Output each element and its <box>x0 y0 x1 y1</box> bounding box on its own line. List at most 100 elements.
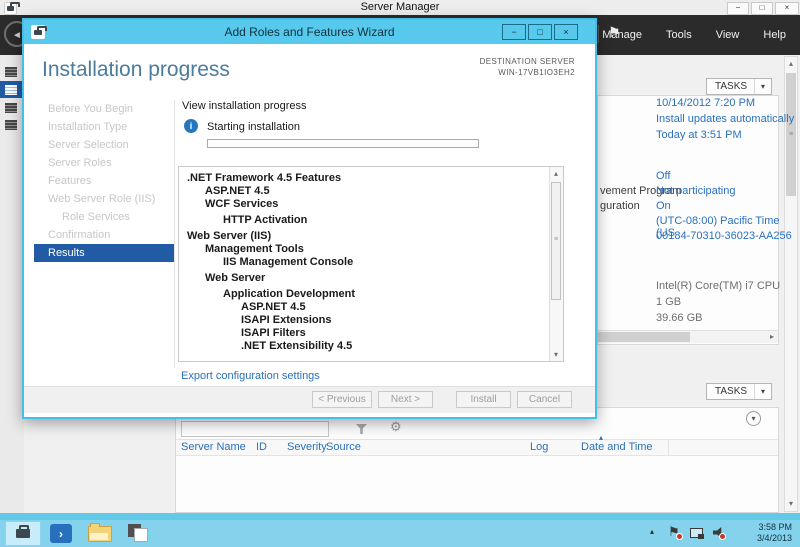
feature-item: ASP.NET 4.5 <box>241 301 306 313</box>
feature-item: .NET Extensibility 4.5 <box>241 340 353 352</box>
progress-bar <box>207 139 479 148</box>
tasks-label: TASKS <box>715 386 748 397</box>
tasks-dropdown-icon: ▾ <box>754 79 771 94</box>
tasks-label: TASKS <box>715 81 748 92</box>
network-icon[interactable] <box>690 528 704 539</box>
window-switcher-icon <box>127 523 153 544</box>
taskbar-clock[interactable]: 3:58 PM 3/4/2013 <box>722 522 792 544</box>
tray-expand-icon[interactable]: ▴ <box>650 527 654 536</box>
destination-server-block: DESTINATION SERVER WIN-17VB1IO3EH2 <box>480 56 575 78</box>
nav-installation-type[interactable]: Installation Type <box>34 118 174 136</box>
events-filter-input[interactable] <box>181 421 329 437</box>
feature-item: WCF Services <box>205 198 279 210</box>
window-maximize-button[interactable]: □ <box>751 2 773 15</box>
scroll-right-icon[interactable]: ▸ <box>766 331 778 343</box>
menu-view[interactable]: View <box>716 29 740 41</box>
install-button[interactable]: Install <box>456 391 511 408</box>
taskbar-powershell-button[interactable]: › <box>46 521 76 546</box>
nav-features[interactable]: Features <box>34 172 174 190</box>
menu-help[interactable]: Help <box>763 29 786 41</box>
nav-divider <box>174 100 175 368</box>
feature-item: ASP.NET 4.5 <box>205 185 270 197</box>
feature-item: ISAPI Filters <box>241 327 306 339</box>
column-id[interactable]: ID <box>256 441 267 453</box>
menu-tools[interactable]: Tools <box>666 29 692 41</box>
window-title: Server Manager <box>360 1 440 13</box>
window-minimize-button[interactable]: − <box>727 2 749 15</box>
feature-item: Application Development <box>223 288 356 300</box>
taskbar-server-manager-button[interactable] <box>5 521 41 546</box>
property-value-link[interactable]: Install updates automatically <box>656 113 794 125</box>
nav-results[interactable]: Results <box>34 244 174 262</box>
wizard-maximize-button[interactable]: □ <box>528 24 552 40</box>
column-separator <box>668 440 669 455</box>
sidebar-file-storage-icon[interactable] <box>5 120 17 130</box>
property-value-link[interactable]: Off <box>656 170 670 182</box>
properties-horizontal-scrollbar[interactable]: ▸ <box>598 330 778 343</box>
tasks-dropdown-icon: ▾ <box>754 384 771 399</box>
column-date-time[interactable]: Date and Time <box>581 441 653 453</box>
clock-time: 3:58 PM <box>758 522 792 532</box>
nav-confirmation[interactable]: Confirmation <box>34 226 174 244</box>
status-text: Starting installation <box>207 121 300 133</box>
view-progress-label: View installation progress <box>182 100 307 112</box>
cancel-button[interactable]: Cancel <box>517 391 572 408</box>
sidebar-dashboard-icon[interactable] <box>5 67 17 77</box>
scrollbar-thumb[interactable] <box>598 332 690 342</box>
server-manager-titlebar: Server Manager − □ × <box>0 0 800 16</box>
column-source[interactable]: Source <box>326 441 361 453</box>
property-value-link[interactable]: 00184-70310-36023-AA256 <box>656 230 792 242</box>
column-server-name[interactable]: Server Name <box>181 441 246 453</box>
scrollbar-thumb[interactable]: ≡ <box>551 182 561 300</box>
nav-web-server-role[interactable]: Web Server Role (IIS) <box>34 190 174 208</box>
collapse-chevron-icon[interactable]: ▾ <box>746 411 761 426</box>
column-severity[interactable]: Severity <box>287 441 327 453</box>
events-tasks-button[interactable]: TASKS ▾ <box>706 383 772 400</box>
feature-list-scrollbar[interactable]: ▴ ≡ ▾ <box>549 167 563 361</box>
scroll-down-icon[interactable]: ▾ <box>550 348 562 361</box>
settings-gear-icon[interactable]: ⚙ <box>390 419 402 435</box>
feature-items: .NET Framework 4.5 Features ASP.NET 4.5 … <box>179 172 549 353</box>
property-value-link[interactable]: On <box>656 200 671 212</box>
wizard-dialog: Add Roles and Features Wizard − □ × Inst… <box>22 18 597 419</box>
feature-item: .NET Framework 4.5 Features <box>187 172 342 184</box>
info-icon: i <box>184 119 198 133</box>
export-configuration-link[interactable]: Export configuration settings <box>181 370 320 382</box>
header-separator <box>598 25 599 43</box>
sidebar-all-servers-icon[interactable] <box>5 103 17 113</box>
property-label-fragment: guration <box>600 200 640 212</box>
window-bottom-edge <box>0 513 800 520</box>
destination-server-label: DESTINATION SERVER <box>479 57 575 66</box>
menu-bar: Manage Tools View Help <box>602 29 786 41</box>
menu-manage[interactable]: Manage <box>602 29 642 41</box>
wizard-close-button[interactable]: × <box>554 24 578 40</box>
property-value: 39.66 GB <box>656 312 703 324</box>
scroll-up-icon[interactable]: ▴ <box>550 167 562 180</box>
window-close-button[interactable]: × <box>775 2 799 15</box>
properties-tasks-button[interactable]: TASKS ▾ <box>706 78 772 95</box>
nav-server-selection[interactable]: Server Selection <box>34 136 174 154</box>
nav-before-you-begin[interactable]: Before You Begin <box>34 100 174 118</box>
taskbar-window-switcher-button[interactable] <box>124 521 156 546</box>
feature-item: Management Tools <box>205 243 304 255</box>
clock-date: 3/4/2013 <box>756 533 792 543</box>
powershell-icon: › <box>50 524 72 543</box>
previous-button[interactable]: < Previous <box>312 391 372 408</box>
scroll-up-icon[interactable]: ▴ <box>785 58 797 70</box>
sort-indicator-icon: ▴ <box>599 433 604 442</box>
next-button[interactable]: Next > <box>378 391 433 408</box>
wizard-minimize-button[interactable]: − <box>502 24 526 40</box>
feature-list[interactable]: .NET Framework 4.5 Features ASP.NET 4.5 … <box>178 166 564 362</box>
scroll-down-icon[interactable]: ▾ <box>785 498 797 510</box>
property-value-link[interactable]: 10/14/2012 7:20 PM <box>656 97 755 109</box>
property-value-link[interactable]: Not participating <box>656 185 736 197</box>
feature-item: IIS Management Console <box>223 256 354 268</box>
nav-server-roles[interactable]: Server Roles <box>34 154 174 172</box>
property-value-link[interactable]: Today at 3:51 PM <box>656 129 742 141</box>
scrollbar-thumb[interactable]: ≡ <box>786 73 796 196</box>
taskbar-explorer-button[interactable] <box>84 521 116 546</box>
sidebar-local-server-icon[interactable] <box>5 85 17 95</box>
nav-role-services[interactable]: Role Services <box>34 208 174 226</box>
feature-item: HTTP Activation <box>223 214 308 226</box>
column-log[interactable]: Log <box>530 441 548 453</box>
